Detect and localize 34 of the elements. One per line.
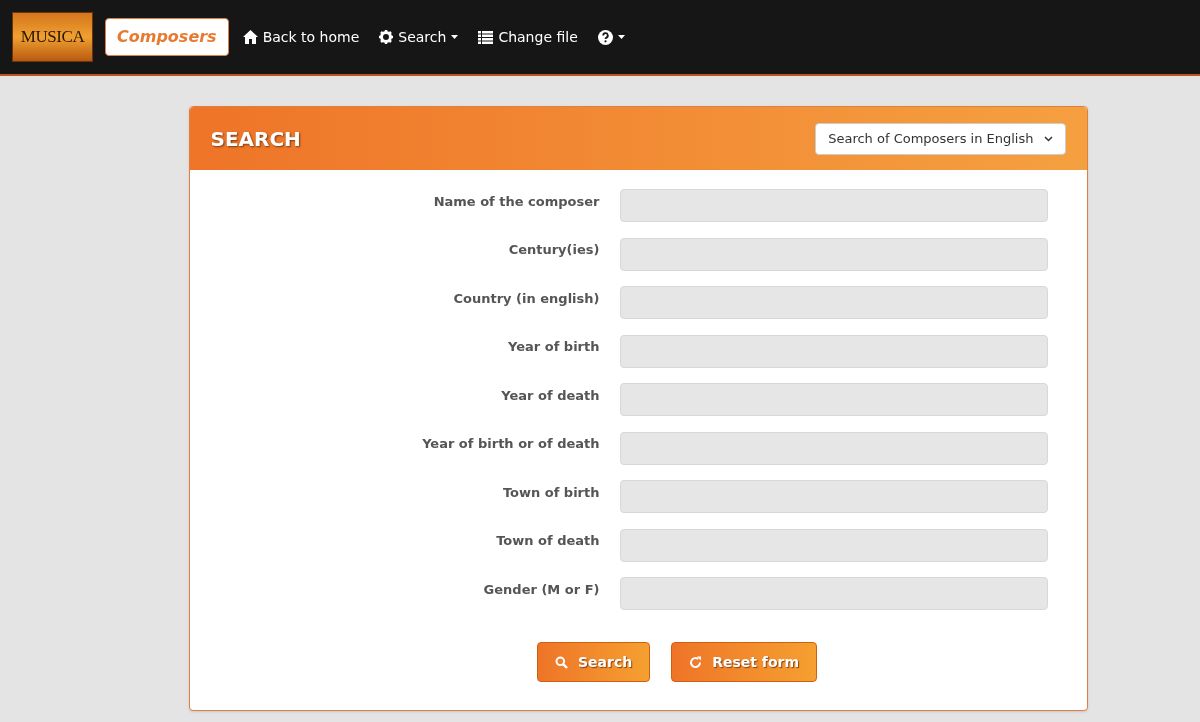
caret-icon bbox=[617, 35, 625, 39]
list-icon bbox=[478, 30, 494, 44]
field-label: Town of death bbox=[495, 532, 601, 551]
settings-icon bbox=[379, 30, 394, 44]
nav-link[interactable]: Change file bbox=[478, 26, 578, 48]
input-field[interactable] bbox=[619, 237, 1048, 271]
input-field[interactable] bbox=[619, 334, 1048, 368]
field-label: Town of birth bbox=[501, 483, 601, 502]
language-select[interactable]: Search of Composers in English bbox=[815, 122, 1066, 155]
input-field[interactable] bbox=[619, 189, 1048, 222]
field-label: Country (in english) bbox=[452, 289, 601, 308]
field-label: Year of birth bbox=[507, 338, 601, 357]
caret-icon bbox=[451, 35, 459, 39]
field-label: Year of birth or of death bbox=[421, 435, 601, 454]
search-icon bbox=[554, 655, 568, 669]
dropdown-menu[interactable] bbox=[597, 29, 625, 45]
field-label: Gender (M or F) bbox=[482, 580, 601, 599]
input-field[interactable] bbox=[619, 528, 1048, 562]
dropdown-menu[interactable]: Search bbox=[379, 26, 459, 48]
reset-icon bbox=[689, 655, 703, 669]
nav-link[interactable]: Back to home bbox=[242, 26, 360, 48]
field-label: Year of death bbox=[500, 386, 601, 405]
input-field[interactable] bbox=[619, 431, 1048, 465]
logo[interactable]: MUSICA bbox=[12, 12, 93, 62]
panel-title: SEARCH bbox=[210, 125, 301, 153]
field-label: Name of the composer bbox=[432, 192, 601, 211]
home-icon bbox=[242, 30, 258, 44]
input-field[interactable] bbox=[619, 577, 1048, 610]
input-field[interactable] bbox=[619, 383, 1048, 416]
help-icon bbox=[597, 29, 613, 45]
input-field[interactable] bbox=[619, 480, 1048, 513]
field-label: Century(ies) bbox=[507, 241, 601, 260]
input-field[interactable] bbox=[619, 286, 1048, 319]
chevron-down-icon bbox=[1043, 135, 1053, 142]
